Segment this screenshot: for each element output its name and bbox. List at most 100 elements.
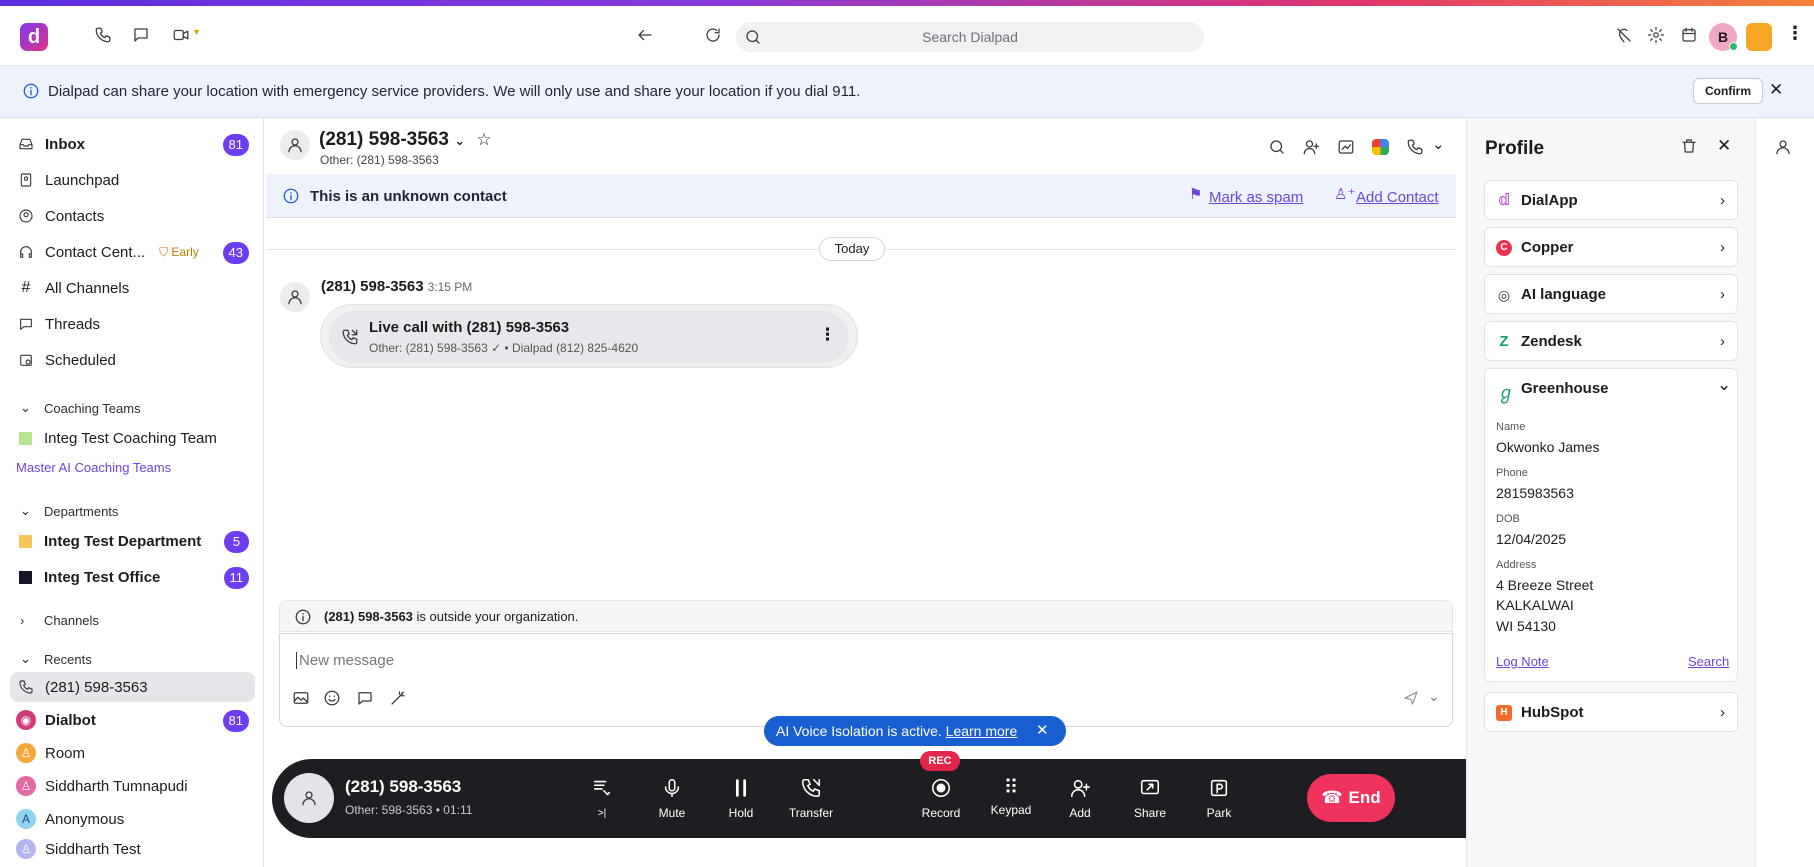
sidebar-item-scheduled[interactable]: Scheduled: [16, 346, 252, 374]
chevron-down-icon[interactable]: ⌄: [1432, 135, 1445, 153]
integration-card-dialapp[interactable]: 𝕕 DialApp ›: [1484, 180, 1738, 220]
presence-dot: [1729, 42, 1738, 51]
add-contact-icon: ♙⁺: [1334, 186, 1356, 203]
quote-icon[interactable]: [356, 689, 374, 707]
recent-item-dialbot[interactable]: ◉ Dialbot 81: [16, 706, 252, 734]
master-coaching-link[interactable]: Master AI Coaching Teams: [16, 460, 171, 475]
integration-card-copper[interactable]: C Copper ›: [1484, 227, 1738, 267]
sidebar-item-label: Contacts: [45, 207, 105, 225]
send-icon[interactable]: [1402, 689, 1420, 707]
dialpad-logo[interactable]: d: [20, 23, 48, 51]
conversation-title[interactable]: (281) 598-3563 ⌄ ☆: [319, 129, 492, 151]
chevron-up-icon[interactable]: ⌄: [1717, 375, 1731, 395]
close-icon[interactable]: ✕: [1717, 136, 1731, 156]
sidebar-item-coaching-team[interactable]: Integ Test Coaching Team: [16, 424, 252, 452]
message-input[interactable]: New message: [296, 652, 394, 669]
gear-icon[interactable]: [1647, 26, 1665, 44]
google-meet-icon[interactable]: [1372, 139, 1389, 155]
unread-badge: 81: [222, 134, 249, 156]
sidebar-item-threads[interactable]: Threads: [16, 310, 252, 338]
sidebar: Inbox 81 Launchpad Contacts Contact Cent…: [0, 118, 264, 867]
image-icon[interactable]: [292, 689, 310, 707]
share-button[interactable]: Share: [1120, 777, 1180, 820]
recent-item-anonymous[interactable]: A Anonymous: [16, 805, 252, 833]
magic-wand-icon[interactable]: [389, 689, 407, 707]
video-chevron-icon[interactable]: ▾: [194, 27, 199, 38]
close-icon[interactable]: ✕: [1036, 721, 1049, 739]
add-person-icon[interactable]: [1302, 138, 1320, 156]
app-tile[interactable]: [1746, 23, 1772, 51]
greenhouse-search-link[interactable]: Search: [1688, 654, 1729, 669]
analytics-icon[interactable]: [1337, 138, 1355, 156]
back-arrow-icon[interactable]: [636, 26, 654, 44]
outside-message: is outside your organization.: [412, 609, 579, 624]
integration-card-ai-language[interactable]: ◎ AI language ›: [1484, 274, 1738, 314]
record-button[interactable]: Record: [911, 777, 971, 820]
recent-item-siddharth-test[interactable]: ♙ Siddharth Test: [16, 835, 252, 863]
message-composer[interactable]: New message ⌄: [279, 633, 1453, 727]
calendar-icon[interactable]: [1680, 26, 1698, 44]
sidebar-item-department[interactable]: Integ Test Department 5: [16, 527, 252, 555]
location-off-icon[interactable]: [1615, 26, 1633, 44]
sidebar-item-office[interactable]: Integ Test Office 11: [16, 563, 252, 591]
departments-header[interactable]: ⌄ Departments: [20, 503, 118, 519]
hold-button[interactable]: Hold: [711, 777, 771, 820]
sidebar-item-label: Room: [45, 744, 86, 762]
log-note-link[interactable]: Log Note: [1496, 654, 1549, 669]
add-contact-link[interactable]: Add Contact: [1356, 189, 1439, 206]
sidebar-item-inbox[interactable]: Inbox 81: [16, 130, 252, 158]
end-call-button[interactable]: ☎ End: [1307, 774, 1395, 822]
close-icon[interactable]: ✕: [1769, 80, 1783, 100]
trash-icon[interactable]: [1680, 137, 1698, 155]
confirm-button[interactable]: Confirm: [1693, 78, 1763, 104]
park-button[interactable]: Park: [1189, 777, 1249, 820]
voice-isolation-message: AI Voice Isolation is active.: [776, 723, 942, 739]
refresh-icon[interactable]: [704, 26, 722, 44]
search-placeholder: Search Dialpad: [922, 29, 1018, 45]
recents-header[interactable]: ⌄ Recents: [20, 651, 92, 667]
phone-icon[interactable]: [1406, 138, 1424, 156]
message-icon[interactable]: [132, 26, 150, 44]
sidebar-item-all-channels[interactable]: # All Channels: [16, 274, 252, 302]
live-call-card-inner: Live call with (281) 598-3563 Other: (28…: [329, 311, 849, 363]
more-vertical-icon[interactable]: ⋮: [819, 325, 836, 345]
recent-item-siddharth[interactable]: ♙ Siddharth Tumnapudi: [16, 772, 252, 800]
integration-card-hubspot[interactable]: H HubSpot ›: [1484, 692, 1738, 732]
transcript-toggle-button[interactable]: >|: [572, 777, 632, 819]
info-icon: [282, 187, 300, 205]
integration-card-zendesk[interactable]: Z Zendesk ›: [1484, 321, 1738, 361]
transfer-button[interactable]: Transfer: [781, 777, 841, 820]
chevron-down-icon[interactable]: ⌄: [454, 133, 465, 148]
sidebar-item-launchpad[interactable]: Launchpad: [16, 166, 252, 194]
search-bar[interactable]: Search Dialpad: [736, 22, 1204, 52]
star-icon[interactable]: ☆: [476, 130, 491, 149]
transfer-icon: [800, 777, 822, 799]
globe-icon: ◎: [1497, 287, 1511, 303]
search-icon[interactable]: [1268, 138, 1286, 156]
sidebar-item-contacts[interactable]: Contacts: [16, 202, 252, 230]
keypad-button[interactable]: ⠿ Keypad: [981, 777, 1041, 817]
more-vertical-icon[interactable]: ⋮: [1786, 23, 1804, 44]
office-color-swatch: [19, 570, 32, 584]
phone-icon[interactable]: [94, 26, 112, 44]
person-icon[interactable]: [1774, 138, 1792, 156]
learn-more-link[interactable]: Learn more: [946, 723, 1018, 739]
add-caller-button[interactable]: Add: [1050, 777, 1110, 820]
dob-value: 12/04/2025: [1496, 531, 1567, 547]
emoji-icon[interactable]: [323, 689, 341, 707]
inbox-icon: [16, 136, 36, 152]
coaching-teams-header[interactable]: ⌄ Coaching Teams: [20, 400, 141, 416]
live-call-card[interactable]: Live call with (281) 598-3563 Other: (28…: [320, 304, 858, 368]
chevron-down-icon[interactable]: ⌄: [1428, 688, 1440, 705]
sidebar-item-contact-center[interactable]: Contact Cent... ⛉ Early 43: [16, 238, 252, 266]
location-banner-text: Dialpad can share your location with eme…: [48, 83, 861, 100]
phone-label: Phone: [1496, 467, 1528, 479]
recent-item-room[interactable]: ♙ Room: [16, 739, 252, 767]
video-icon[interactable]: [172, 26, 190, 44]
sidebar-item-label: Contact Cent...: [45, 243, 146, 261]
mark-as-spam-link[interactable]: Mark as spam: [1209, 189, 1303, 206]
mute-button[interactable]: Mute: [642, 777, 702, 820]
threads-icon: [16, 316, 36, 332]
channels-header[interactable]: › Channels: [20, 613, 99, 628]
recent-item-phone[interactable]: (281) 598-3563: [16, 673, 252, 701]
